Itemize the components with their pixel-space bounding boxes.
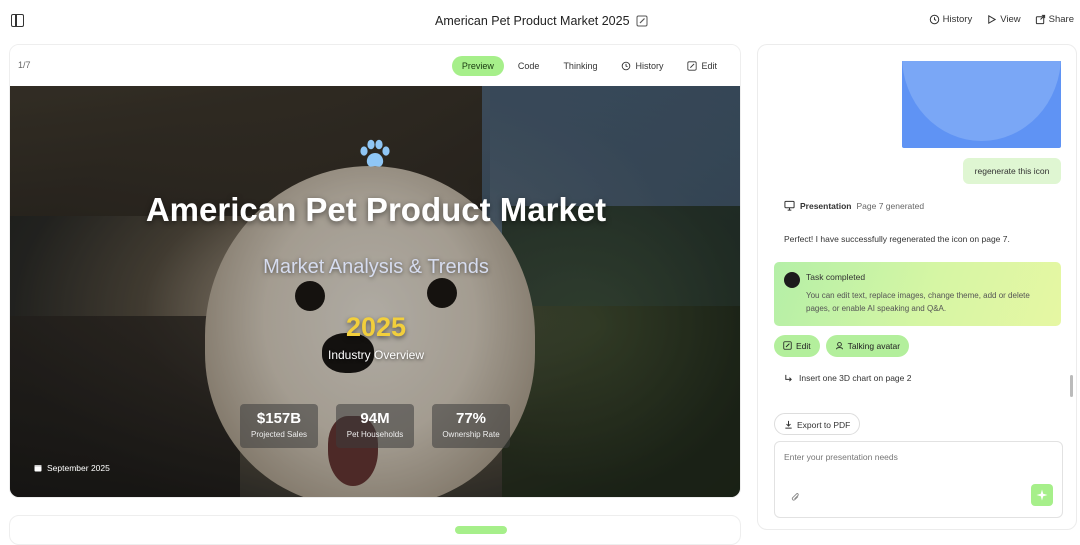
presentation-status[interactable]: Presentation Page 7 generated bbox=[784, 200, 924, 211]
chat-panel: regenerate this icon Presentation Page 7… bbox=[757, 44, 1077, 530]
stat-label: Projected Sales bbox=[250, 430, 308, 439]
slide-year-label: Industry Overview bbox=[327, 348, 425, 362]
agent-avatar-icon bbox=[784, 272, 800, 288]
edit-title-icon[interactable] bbox=[636, 15, 648, 27]
history-label: History bbox=[942, 14, 973, 25]
calendar-icon bbox=[34, 465, 42, 472]
tab-code[interactable]: Code bbox=[508, 56, 550, 76]
history-icon bbox=[622, 61, 631, 71]
history-icon bbox=[929, 14, 939, 25]
tab-history[interactable]: History bbox=[611, 56, 673, 76]
tab-preview-label: Preview bbox=[461, 61, 494, 71]
uploaded-icon-image[interactable] bbox=[902, 61, 1061, 148]
monitor-icon bbox=[784, 200, 795, 211]
edit-chip[interactable]: Edit bbox=[774, 335, 820, 357]
edit-icon bbox=[687, 61, 698, 71]
share-button[interactable]: Share bbox=[1035, 14, 1074, 25]
tab-thinking-label: Thinking bbox=[563, 61, 598, 71]
share-icon bbox=[1035, 14, 1045, 25]
top-bar: American Pet Product Market 2025 History… bbox=[0, 0, 1080, 42]
stat-card: 94M Pet Households bbox=[336, 404, 414, 448]
export-pdf-label: Export to PDF bbox=[797, 420, 851, 430]
task-completed-card: Task completed You can edit text, replac… bbox=[774, 262, 1061, 326]
task-title: Task completed bbox=[806, 272, 866, 282]
tab-thinking[interactable]: Thinking bbox=[553, 56, 607, 76]
paperclip-icon[interactable] bbox=[791, 493, 801, 503]
slide-date-text: September 2025 bbox=[47, 463, 110, 473]
slide-preview[interactable]: American Pet Product Market Market Analy… bbox=[10, 86, 740, 497]
stat-label: Pet Households bbox=[346, 430, 404, 439]
slide-subtitle: Market Analysis & Trends bbox=[263, 256, 489, 278]
stat-card: $157B Projected Sales bbox=[240, 404, 318, 448]
chat-input-box bbox=[774, 441, 1063, 518]
talking-avatar-label: Talking avatar bbox=[847, 341, 901, 351]
stat-value: $157B bbox=[256, 410, 302, 427]
view-label: View bbox=[1000, 14, 1021, 25]
view-button[interactable]: View bbox=[986, 14, 1021, 25]
stat-card: 77% Ownership Rate bbox=[432, 404, 510, 448]
document-title: American Pet Product Market 2025 bbox=[435, 14, 648, 28]
stat-value: 94M bbox=[360, 410, 390, 427]
stats-row: $157B Projected Sales 94M Pet Households… bbox=[240, 404, 510, 448]
document-title-text: American Pet Product Market 2025 bbox=[435, 14, 630, 28]
presentation-status-text: Page 7 generated bbox=[856, 200, 925, 211]
page-indicator: 1/7 bbox=[18, 60, 31, 70]
slide-toolbar: 1/7 Preview Code Thinking History Edit bbox=[10, 45, 740, 86]
suggestion-text: Insert one 3D chart on page 2 bbox=[799, 373, 912, 383]
slide-date: September 2025 bbox=[34, 463, 110, 473]
user-message: regenerate this icon bbox=[963, 158, 1061, 184]
tab-edit[interactable]: Edit bbox=[677, 56, 727, 76]
slide-year: 2025 bbox=[345, 312, 407, 342]
slide-panel: 1/7 Preview Code Thinking History Edit A… bbox=[9, 44, 741, 498]
view-tabs: Preview Code Thinking History Edit bbox=[451, 56, 727, 76]
download-icon bbox=[785, 420, 792, 429]
paw-icon bbox=[360, 139, 390, 167]
talking-avatar-chip[interactable]: Talking avatar bbox=[825, 335, 910, 357]
tab-code-label: Code bbox=[517, 61, 540, 71]
play-icon bbox=[988, 14, 997, 25]
slide-title: American Pet Product Market bbox=[145, 191, 607, 228]
next-slide-preview[interactable] bbox=[9, 515, 741, 545]
stat-value: 77% bbox=[455, 410, 487, 427]
avatar-icon bbox=[835, 342, 843, 350]
stat-label: Ownership Rate bbox=[442, 430, 500, 439]
export-pdf-button[interactable]: Export to PDF bbox=[774, 413, 861, 435]
edit-chip-label: Edit bbox=[796, 341, 811, 351]
edit-icon bbox=[783, 341, 792, 350]
task-description: You can edit text, replace images, chang… bbox=[806, 291, 1030, 313]
chat-input[interactable] bbox=[784, 452, 1054, 462]
tab-history-label: History bbox=[635, 61, 664, 71]
sidebar-toggle-icon[interactable] bbox=[11, 14, 24, 27]
presentation-label: Presentation bbox=[800, 200, 852, 211]
chat-scrollbar[interactable] bbox=[1070, 375, 1073, 397]
history-button[interactable]: History bbox=[929, 14, 973, 25]
arrow-return-icon bbox=[785, 374, 792, 382]
share-label: Share bbox=[1048, 14, 1074, 25]
send-button[interactable] bbox=[1031, 484, 1053, 506]
assistant-message: Perfect! I have successfully regenerated… bbox=[784, 234, 1010, 244]
suggestion-link[interactable]: Insert one 3D chart on page 2 bbox=[784, 373, 911, 383]
tab-edit-label: Edit bbox=[701, 61, 717, 71]
action-chips: Edit Talking avatar bbox=[774, 335, 910, 357]
sparkle-icon bbox=[1036, 489, 1048, 501]
tab-preview[interactable]: Preview bbox=[451, 56, 504, 76]
